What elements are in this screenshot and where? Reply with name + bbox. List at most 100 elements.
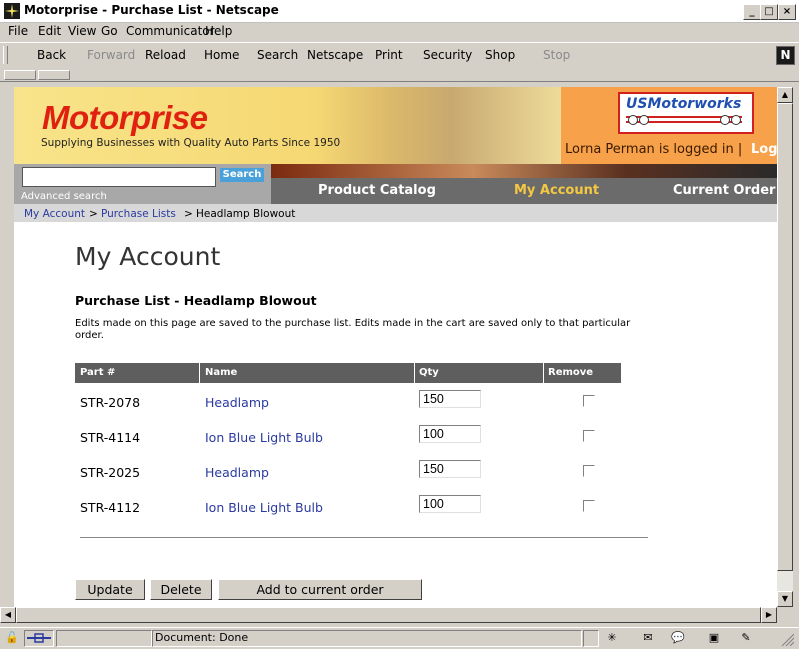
add-to-order-button[interactable]: Add to current order	[218, 579, 422, 600]
site-tagline: Supplying Businesses with Quality Auto P…	[41, 137, 341, 149]
nav-product-catalog[interactable]: Product Catalog	[318, 183, 436, 198]
wheel-icon	[720, 115, 730, 125]
status-grip-panel	[583, 630, 599, 647]
table-row: STR-2078 Headlamp	[75, 387, 621, 417]
vertical-scroll-thumb[interactable]	[777, 103, 793, 571]
edit-note: Edits made on this page are saved to the…	[75, 318, 631, 341]
status-text: Document: Done	[155, 631, 249, 644]
remove-checkbox[interactable]	[583, 395, 595, 407]
column-name: Name	[205, 367, 238, 378]
window-title-bar: Motorprise - Purchase List - Netscape _ …	[0, 0, 799, 23]
scroll-right-arrow-icon[interactable]: ▶	[761, 607, 777, 623]
column-divider	[543, 363, 544, 383]
qty-input[interactable]	[419, 495, 481, 513]
qty-input[interactable]	[419, 390, 481, 408]
table-row: STR-4114 Ion Blue Light Bulb	[75, 422, 621, 452]
table-row: STR-4112 Ion Blue Light Bulb	[75, 492, 621, 522]
print-button[interactable]: Print	[375, 48, 403, 62]
forward-button: Forward	[87, 48, 136, 62]
collapsed-toolbars	[0, 69, 799, 82]
shop-button[interactable]: Shop	[485, 48, 515, 62]
breadcrumb-separator: >	[184, 208, 193, 220]
product-link[interactable]: Ion Blue Light Bulb	[205, 500, 323, 515]
navigator-icon[interactable]: ✳	[604, 631, 620, 645]
wheel-icon	[731, 115, 741, 125]
close-button[interactable]: ×	[778, 4, 796, 20]
toolbar-grip[interactable]	[3, 46, 8, 64]
qty-input[interactable]	[419, 460, 481, 478]
location-toolbar-grip[interactable]	[4, 70, 36, 80]
discussions-icon[interactable]: 💬	[670, 631, 686, 645]
scroll-corner	[777, 607, 793, 623]
menu-go[interactable]: Go	[101, 24, 118, 38]
nav-photo-strip	[271, 164, 777, 178]
netscape-button[interactable]: Netscape	[307, 48, 363, 62]
breadcrumb-my-account[interactable]: My Account	[24, 208, 85, 220]
remove-checkbox[interactable]	[583, 500, 595, 512]
purchase-list-title: Purchase List - Headlamp Blowout	[75, 293, 317, 308]
composer-icon[interactable]: ✎	[738, 631, 754, 645]
page-viewport: Motorprise Supplying Businesses with Qua…	[14, 87, 777, 607]
table-divider	[80, 537, 648, 538]
home-button[interactable]: Home	[204, 48, 239, 62]
menu-edit[interactable]: Edit	[38, 24, 61, 38]
stop-button: Stop	[543, 48, 571, 62]
table-header: Part # Name Qty Remove	[75, 363, 621, 383]
column-remove: Remove	[548, 367, 594, 378]
column-divider	[414, 363, 415, 383]
address-book-icon[interactable]: ▣	[706, 631, 722, 645]
part-number: STR-2025	[80, 465, 141, 480]
product-link[interactable]: Headlamp	[205, 395, 269, 410]
wheel-icon	[628, 115, 638, 125]
remove-checkbox[interactable]	[583, 430, 595, 442]
search-input[interactable]	[22, 167, 216, 187]
column-divider	[199, 363, 200, 383]
delete-button[interactable]: Delete	[150, 579, 212, 600]
navigation-toolbar: Back Forward Reload Home Search Netscape…	[0, 42, 799, 70]
page-title: My Account	[75, 242, 221, 271]
logout-link[interactable]: Log	[751, 142, 777, 157]
search-button[interactable]: Search	[257, 48, 298, 62]
minimize-button[interactable]: _	[743, 4, 761, 20]
personal-toolbar-grip[interactable]	[38, 70, 70, 80]
logged-in-status: Lorna Perman is logged in |	[565, 142, 743, 157]
security-button[interactable]: Security	[423, 48, 472, 62]
menu-bar: File Edit View Go Communicator Help	[0, 23, 799, 41]
menu-help[interactable]: Help	[205, 24, 232, 38]
site-logo[interactable]: Motorprise	[42, 99, 208, 137]
nav-current-order[interactable]: Current Order	[673, 183, 775, 198]
scroll-down-arrow-icon[interactable]: ▼	[777, 591, 793, 607]
menu-communicator[interactable]: Communicator	[126, 24, 215, 38]
qty-input[interactable]	[419, 425, 481, 443]
part-number: STR-4114	[80, 430, 141, 445]
wheel-icon	[639, 115, 649, 125]
maximize-button[interactable]: □	[760, 4, 778, 20]
netscape-logo[interactable]: N	[776, 46, 795, 65]
table-row: STR-2025 Headlamp	[75, 457, 621, 487]
mail-icon[interactable]: ✉	[640, 631, 656, 645]
scroll-up-arrow-icon[interactable]: ▲	[777, 87, 793, 103]
update-button[interactable]: Update	[75, 579, 145, 600]
menu-view[interactable]: View	[68, 24, 96, 38]
partner-logo-text: USMotorworks	[626, 96, 742, 112]
column-qty: Qty	[419, 367, 439, 378]
site-search-button[interactable]: Search	[220, 168, 264, 182]
product-link[interactable]: Ion Blue Light Bulb	[205, 430, 323, 445]
horizontal-scroll-thumb[interactable]	[16, 607, 761, 623]
menu-file[interactable]: File	[8, 24, 28, 38]
breadcrumb: My Account > Purchase Lists > Headlamp B…	[14, 204, 777, 222]
breadcrumb-purchase-lists[interactable]: Purchase Lists	[101, 208, 176, 220]
window-title: Motorprise - Purchase List - Netscape	[24, 3, 279, 17]
resize-grip-icon[interactable]	[780, 633, 795, 647]
security-lock-icon[interactable]: 🔓	[4, 631, 20, 645]
back-button[interactable]: Back	[37, 48, 66, 62]
advanced-search-link[interactable]: Advanced search	[21, 191, 107, 202]
nav-my-account[interactable]: My Account	[514, 183, 599, 198]
scroll-left-arrow-icon[interactable]: ◀	[0, 607, 16, 623]
remove-checkbox[interactable]	[583, 465, 595, 477]
column-part-number: Part #	[80, 367, 116, 378]
search-area: Search Advanced search	[14, 164, 271, 204]
reload-button[interactable]: Reload	[145, 48, 186, 62]
breadcrumb-separator: >	[89, 208, 98, 220]
product-link[interactable]: Headlamp	[205, 465, 269, 480]
